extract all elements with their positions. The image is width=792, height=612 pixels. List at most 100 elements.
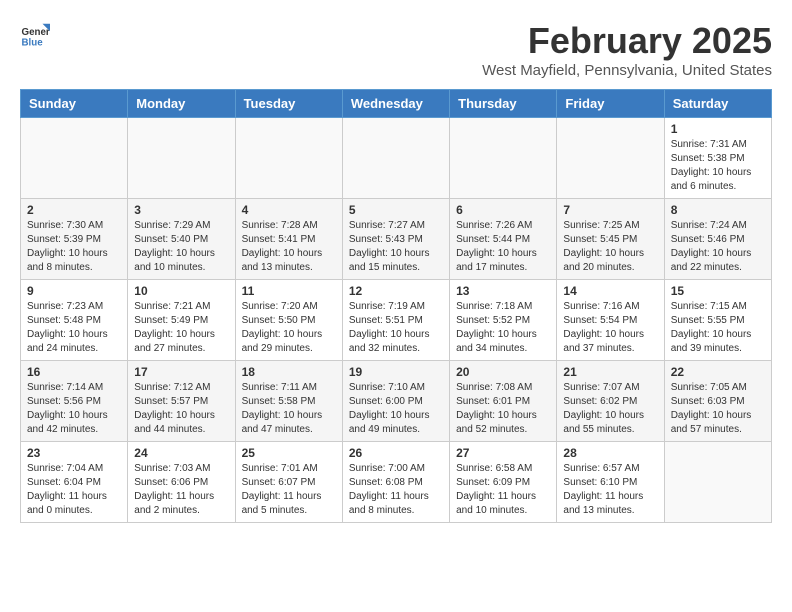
day-info: Sunrise: 7:00 AM Sunset: 6:08 PM Dayligh… [349,462,443,518]
day-info: Sunrise: 7:19 AM Sunset: 5:51 PM Dayligh… [349,300,443,356]
calendar-cell: 28Sunrise: 6:57 AM Sunset: 6:10 PM Dayli… [557,442,664,523]
day-number: 26 [349,446,443,460]
day-info: Sunrise: 7:23 AM Sunset: 5:48 PM Dayligh… [27,300,121,356]
day-number: 13 [456,284,550,298]
calendar-cell: 27Sunrise: 6:58 AM Sunset: 6:09 PM Dayli… [450,442,557,523]
day-number: 24 [134,446,228,460]
day-number: 23 [27,446,121,460]
calendar-cell: 1 Sunrise: 7:31 AM Sunset: 5:38 PM Daylig… [664,118,771,199]
calendar-cell: 16 Sunrise: 7:14 AM Sunset: 5:56 PM Dayli… [21,361,128,442]
day-info: Sunrise: 7:01 AM Sunset: 6:07 PM Dayligh… [242,462,336,518]
calendar-cell [342,118,449,199]
calendar-cell [235,118,342,199]
calendar-cell: 15 Sunrise: 7:15 AM Sunset: 5:55 PM Dayli… [664,280,771,361]
calendar-table: SundayMondayTuesdayWednesdayThursdayFrid… [20,89,772,523]
calendar-cell: 12 Sunrise: 7:19 AM Sunset: 5:51 PM Dayli… [342,280,449,361]
calendar-title: February 2025 [482,20,772,62]
calendar-cell: 23 Sunrise: 7:04 AM Sunset: 6:04 PM Dayli… [21,442,128,523]
calendar-cell [450,118,557,199]
calendar-cell [664,442,771,523]
day-info: Sunrise: 7:14 AM Sunset: 5:56 PM Dayligh… [27,381,121,437]
calendar-cell: 2Sunrise: 7:30 AM Sunset: 5:39 PM Daylig… [21,199,128,280]
day-info: Sunrise: 7:28 AM Sunset: 5:41 PM Dayligh… [242,219,336,275]
day-info: Sunrise: 7:24 AM Sunset: 5:46 PM Dayligh… [671,219,765,275]
weekday-header-saturday: Saturday [664,90,771,118]
day-number: 12 [349,284,443,298]
calendar-cell: 6Sunrise: 7:26 AM Sunset: 5:44 PM Daylig… [450,199,557,280]
calendar-cell: 17Sunrise: 7:12 AM Sunset: 5:57 PM Dayli… [128,361,235,442]
day-number: 17 [134,365,228,379]
day-info: Sunrise: 7:05 AM Sunset: 6:03 PM Dayligh… [671,381,765,437]
day-info: Sunrise: 7:04 AM Sunset: 6:04 PM Dayligh… [27,462,121,518]
calendar-subtitle: West Mayfield, Pennsylvania, United Stat… [482,62,772,79]
day-number: 19 [349,365,443,379]
calendar-cell [557,118,664,199]
day-number: 8 [671,203,765,217]
day-info: Sunrise: 7:21 AM Sunset: 5:49 PM Dayligh… [134,300,228,356]
day-info: Sunrise: 7:10 AM Sunset: 6:00 PM Dayligh… [349,381,443,437]
day-number: 28 [563,446,657,460]
calendar-cell: 14 Sunrise: 7:16 AM Sunset: 5:54 PM Dayli… [557,280,664,361]
day-info: Sunrise: 7:11 AM Sunset: 5:58 PM Dayligh… [242,381,336,437]
calendar-cell: 4 Sunrise: 7:28 AM Sunset: 5:41 PM Daylig… [235,199,342,280]
day-number: 1 [671,122,765,136]
weekday-header-monday: Monday [128,90,235,118]
day-info: Sunrise: 7:20 AM Sunset: 5:50 PM Dayligh… [242,300,336,356]
calendar-cell: 3Sunrise: 7:29 AM Sunset: 5:40 PM Daylig… [128,199,235,280]
logo: General Blue [20,20,50,50]
day-info: Sunrise: 7:03 AM Sunset: 6:06 PM Dayligh… [134,462,228,518]
calendar-cell: 8 Sunrise: 7:24 AM Sunset: 5:46 PM Daylig… [664,199,771,280]
day-number: 20 [456,365,550,379]
calendar-cell: 22 Sunrise: 7:05 AM Sunset: 6:03 PM Dayli… [664,361,771,442]
day-number: 14 [563,284,657,298]
day-number: 21 [563,365,657,379]
day-info: Sunrise: 7:07 AM Sunset: 6:02 PM Dayligh… [563,381,657,437]
calendar-week-row: 1 Sunrise: 7:31 AM Sunset: 5:38 PM Daylig… [21,118,772,199]
calendar-cell: 13 Sunrise: 7:18 AM Sunset: 5:52 PM Dayli… [450,280,557,361]
day-info: Sunrise: 7:26 AM Sunset: 5:44 PM Dayligh… [456,219,550,275]
calendar-cell: 19 Sunrise: 7:10 AM Sunset: 6:00 PM Dayli… [342,361,449,442]
calendar-cell: 10 Sunrise: 7:21 AM Sunset: 5:49 PM Dayli… [128,280,235,361]
weekday-header-tuesday: Tuesday [235,90,342,118]
calendar-cell: 20 Sunrise: 7:08 AM Sunset: 6:01 PM Dayli… [450,361,557,442]
day-number: 22 [671,365,765,379]
day-number: 9 [27,284,121,298]
calendar-cell: 26 Sunrise: 7:00 AM Sunset: 6:08 PM Dayli… [342,442,449,523]
day-number: 10 [134,284,228,298]
header: General Blue February 2025 West Mayfield… [20,20,772,79]
calendar-week-row: 9 Sunrise: 7:23 AM Sunset: 5:48 PM Daylig… [21,280,772,361]
day-number: 4 [242,203,336,217]
day-info: Sunrise: 7:08 AM Sunset: 6:01 PM Dayligh… [456,381,550,437]
calendar-cell: 18 Sunrise: 7:11 AM Sunset: 5:58 PM Dayli… [235,361,342,442]
day-number: 11 [242,284,336,298]
day-info: Sunrise: 7:25 AM Sunset: 5:45 PM Dayligh… [563,219,657,275]
day-number: 18 [242,365,336,379]
calendar-cell: 24 Sunrise: 7:03 AM Sunset: 6:06 PM Dayli… [128,442,235,523]
weekday-header-row: SundayMondayTuesdayWednesdayThursdayFrid… [21,90,772,118]
calendar-cell [21,118,128,199]
day-number: 16 [27,365,121,379]
logo-icon: General Blue [20,20,50,50]
day-info: Sunrise: 7:15 AM Sunset: 5:55 PM Dayligh… [671,300,765,356]
svg-text:General: General [22,27,51,38]
calendar-cell: 21 Sunrise: 7:07 AM Sunset: 6:02 PM Dayli… [557,361,664,442]
svg-text:Blue: Blue [22,38,44,49]
calendar-week-row: 16 Sunrise: 7:14 AM Sunset: 5:56 PM Dayli… [21,361,772,442]
day-info: Sunrise: 7:30 AM Sunset: 5:39 PM Dayligh… [27,219,121,275]
day-info: Sunrise: 7:29 AM Sunset: 5:40 PM Dayligh… [134,219,228,275]
calendar-week-row: 2Sunrise: 7:30 AM Sunset: 5:39 PM Daylig… [21,199,772,280]
day-info: Sunrise: 7:18 AM Sunset: 5:52 PM Dayligh… [456,300,550,356]
calendar-cell: 25 Sunrise: 7:01 AM Sunset: 6:07 PM Dayli… [235,442,342,523]
day-info: Sunrise: 7:16 AM Sunset: 5:54 PM Dayligh… [563,300,657,356]
weekday-header-sunday: Sunday [21,90,128,118]
day-number: 15 [671,284,765,298]
weekday-header-wednesday: Wednesday [342,90,449,118]
weekday-header-friday: Friday [557,90,664,118]
day-info: Sunrise: 7:27 AM Sunset: 5:43 PM Dayligh… [349,219,443,275]
calendar-week-row: 23 Sunrise: 7:04 AM Sunset: 6:04 PM Dayli… [21,442,772,523]
calendar-cell [128,118,235,199]
day-number: 25 [242,446,336,460]
day-info: Sunrise: 7:31 AM Sunset: 5:38 PM Dayligh… [671,138,765,194]
calendar-cell: 11 Sunrise: 7:20 AM Sunset: 5:50 PM Dayli… [235,280,342,361]
title-area: February 2025 West Mayfield, Pennsylvani… [482,20,772,79]
